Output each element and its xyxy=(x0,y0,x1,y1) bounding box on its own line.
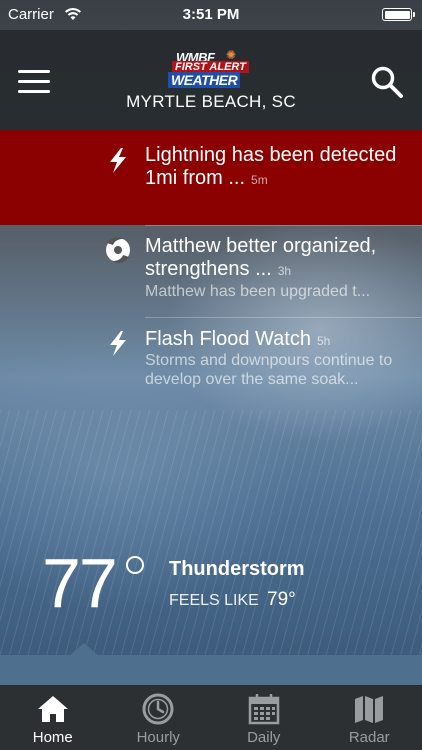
alert-item-flash-flood[interactable]: Flash Flood Watch 5h Storms and downpours… xyxy=(0,317,422,410)
hurricane-icon xyxy=(106,237,130,263)
tab-bar: Home Hourly Daily Radar xyxy=(0,685,422,750)
feels-like-label: FEELS LIKE xyxy=(169,592,259,609)
tab-radar[interactable]: Radar xyxy=(317,685,422,750)
location-label[interactable]: MYRTLE BEACH, SC xyxy=(0,92,422,112)
feels-like-value: 79° xyxy=(267,589,296,610)
pointer-arrow xyxy=(68,643,100,657)
conditions-strip xyxy=(0,655,422,685)
station-logo: WMBF ✺ FIRST ALERT WEATHER xyxy=(168,48,254,88)
peacock-icon: ✺ xyxy=(226,48,237,62)
tab-hourly[interactable]: Hourly xyxy=(106,685,212,750)
tab-label: Daily xyxy=(247,729,281,746)
search-icon[interactable] xyxy=(370,65,404,99)
current-temperature: 77 xyxy=(42,544,118,622)
alert-item-hurricane[interactable]: Matthew better organized, strengthens ..… xyxy=(0,225,422,317)
status-bar: Carrier 3:51 PM xyxy=(0,0,422,30)
lightning-icon xyxy=(110,148,126,173)
tab-label: Home xyxy=(32,729,73,746)
tab-daily[interactable]: Daily xyxy=(211,685,317,750)
clock-time: 3:51 PM xyxy=(182,6,240,23)
clock-icon xyxy=(142,693,174,725)
tab-home[interactable]: Home xyxy=(0,685,106,750)
home-icon xyxy=(37,696,68,722)
alert-title: Flash Flood Watch 5h xyxy=(145,328,331,350)
lightning-icon xyxy=(110,331,126,356)
current-condition: Thunderstorm xyxy=(169,558,305,580)
alert-summary: Storms and downpours continue to develop… xyxy=(145,352,393,388)
app-header: WMBF ✺ FIRST ALERT WEATHER MYRTLE BEACH,… xyxy=(0,30,422,130)
hamburger-icon-bar xyxy=(18,70,50,73)
degree-symbol xyxy=(126,556,144,574)
alert-age: 5h xyxy=(317,334,331,348)
alert-summary: Matthew has been upgraded t... xyxy=(145,283,371,300)
alert-title: Lightning has been detected 1mi from ...… xyxy=(145,144,397,189)
battery-icon xyxy=(382,8,415,21)
map-icon xyxy=(355,696,384,723)
tab-label: Hourly xyxy=(136,729,180,746)
alert-title: Matthew better organized, strengthens ..… xyxy=(145,235,377,280)
calendar-icon xyxy=(248,694,279,725)
tab-label: Radar xyxy=(348,729,390,746)
alert-age: 3h xyxy=(277,264,292,278)
alert-item-lightning[interactable]: Lightning has been detected 1mi from ...… xyxy=(0,130,422,225)
alert-age: 5m xyxy=(251,173,268,187)
logo-line-3: WEATHER xyxy=(168,72,241,88)
menu-button[interactable] xyxy=(18,70,50,94)
hamburger-icon-bar xyxy=(18,80,50,83)
